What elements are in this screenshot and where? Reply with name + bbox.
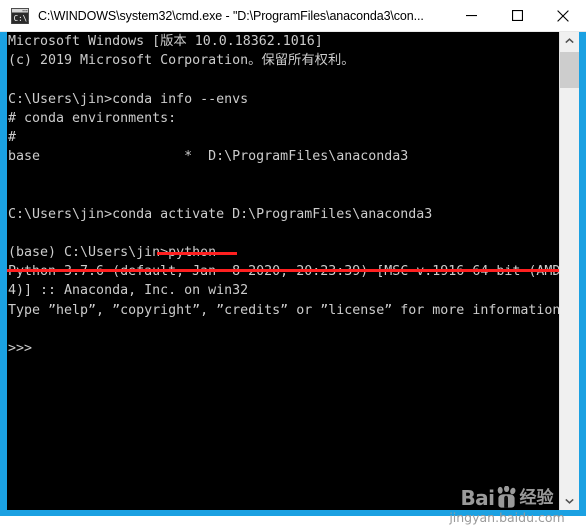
close-button[interactable]: [540, 0, 586, 31]
console-line: >>>: [8, 341, 33, 356]
console-line: Type ”help”, ”copyright”, ”credits” or ”…: [8, 302, 559, 318]
console-line: 4)] :: Anaconda, Inc. on win32: [8, 283, 249, 299]
window-titlebar[interactable]: C:\. C:\WINDOWS\system32\cmd.exe - "D:\P…: [0, 0, 586, 32]
window-title: C:\WINDOWS\system32\cmd.exe - "D:\Progra…: [38, 8, 424, 23]
underline-python-version: [7, 269, 579, 272]
chevron-down-icon[interactable]: [560, 492, 579, 510]
console-line: (c) 2019 Microsoft Corporation。保留所有权利。: [8, 53, 355, 69]
cmd-window: C:\. C:\WINDOWS\system32\cmd.exe - "D:\P…: [0, 0, 586, 525]
console-line: C:\Users\jin>conda info --envs: [8, 91, 249, 107]
maximize-button[interactable]: [494, 0, 540, 31]
watermark-url: jingyan.baidu.com: [449, 510, 565, 525]
minimize-button[interactable]: [448, 0, 494, 31]
cmd-console-icon: C:\.: [11, 7, 32, 24]
console-scrollbar[interactable]: [559, 32, 579, 510]
console-output: Microsoft Windows [版本 10.0.18362.1016] (c…: [8, 32, 559, 358]
console-line: base * D:\ProgramFiles\anaconda3: [8, 149, 409, 165]
console-line: C:\Users\jin>conda activate D:\ProgramFi…: [8, 206, 433, 222]
console-line: # conda environments:: [8, 110, 177, 126]
svg-text:C:\.: C:\.: [14, 14, 29, 23]
console-line: Microsoft Windows [版本 10.0.18362.1016]: [8, 34, 323, 49]
chevron-up-icon[interactable]: [560, 32, 579, 50]
underline-python-command: [157, 252, 237, 255]
console-line: (base) C:\Users\jin>python: [8, 245, 217, 261]
console-line: #: [8, 129, 17, 145]
scrollbar-thumb[interactable]: [560, 52, 579, 88]
console-focus-border: Microsoft Windows [版本 10.0.18362.1016] (c…: [0, 32, 586, 525]
